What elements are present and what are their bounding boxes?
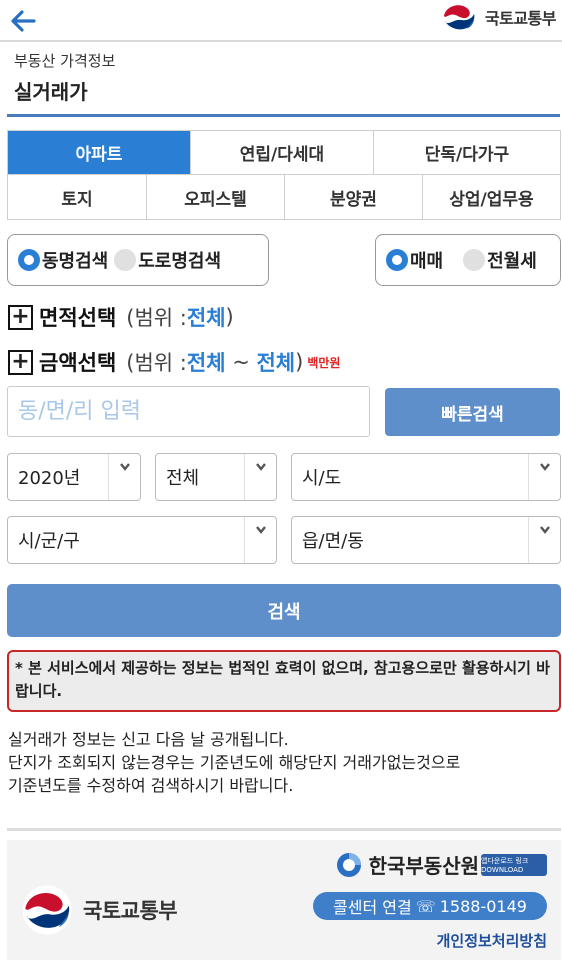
search-type-group: 동명검색 도로명검색 xyxy=(7,234,269,286)
footer-ministry-name: 국토교통부 xyxy=(83,899,178,923)
dong-input[interactable] xyxy=(7,386,370,437)
title-divider xyxy=(7,114,560,117)
area-range-value: 전체 xyxy=(186,306,226,330)
deal-type-group: 매매 전월세 xyxy=(375,234,561,286)
taegeuk-logo-icon xyxy=(441,0,476,34)
price-range-prefix: (범위 : xyxy=(126,351,187,375)
plus-icon: + xyxy=(8,304,33,330)
radio-road-search[interactable]: 도로명검색 xyxy=(114,247,221,273)
price-range-max: 전체 xyxy=(256,351,296,375)
info-line: 단지가 조회되지 않는경우는 기준년도에 해당단지 거래가없는것으로 xyxy=(8,753,461,772)
radio-sale[interactable]: 매매 xyxy=(386,247,443,273)
tab-land[interactable]: 토지 xyxy=(8,175,147,219)
price-range-min: 전체 xyxy=(186,351,226,375)
call-center-number: 1588-0149 xyxy=(439,896,527,916)
radio-unselected-icon xyxy=(114,249,137,271)
radio-selected-icon xyxy=(386,249,408,271)
page-subtitle: 부동산 가격정보 xyxy=(14,52,116,70)
price-select-label: 금액선택 xyxy=(39,351,117,375)
chevron-down-icon xyxy=(528,517,560,563)
chevron-down-icon xyxy=(108,454,140,500)
radio-rent[interactable]: 전월세 xyxy=(463,247,537,273)
month-select[interactable]: 전체 xyxy=(155,453,277,501)
sido-select-value: 시/도 xyxy=(302,468,342,489)
disclaimer-notice: * 본 서비스에서 제공하는 정보는 법적인 효력이 없으며, 참고용으로만 활… xyxy=(7,650,561,712)
back-arrow-icon[interactable] xyxy=(8,6,38,36)
kab-name: 한국부동산원 xyxy=(368,854,479,878)
tab-presale-right[interactable]: 분양권 xyxy=(285,175,423,219)
tab-commercial[interactable]: 상업/업무용 xyxy=(423,175,560,219)
top-bar: 국토교통부 xyxy=(0,0,562,42)
tab-officetel[interactable]: 오피스텔 xyxy=(147,175,285,219)
tab-row-1: 아파트 연립/다세대 단독/다가구 xyxy=(8,131,560,175)
privacy-policy-link[interactable]: 개인정보처리방침 xyxy=(437,930,547,951)
footer-divider xyxy=(7,828,561,831)
tab-row-2: 토지 오피스텔 분양권 상업/업무용 xyxy=(8,175,560,219)
footer-ministry-logo[interactable]: 국토교통부 xyxy=(21,884,178,936)
month-select-value: 전체 xyxy=(166,468,200,489)
sido-select[interactable]: 시/도 xyxy=(291,453,561,501)
footer: 국토교통부 한국부동산원 앱다운로드 링크 DOWNLOAD 콜센터 연결 ☏ … xyxy=(7,840,561,960)
chevron-down-icon xyxy=(528,454,560,500)
radio-dong-search[interactable]: 동명검색 xyxy=(18,247,108,273)
price-range-tilde: ~ xyxy=(225,350,257,374)
radio-unselected-icon xyxy=(463,249,486,271)
tab-apartment[interactable]: 아파트 xyxy=(8,131,191,174)
eupmyeondong-select[interactable]: 읍/면/동 xyxy=(291,516,561,564)
price-range-suffix: ) xyxy=(295,350,304,374)
tab-detached-house[interactable]: 단독/다가구 xyxy=(374,131,560,174)
eupmyeondong-select-value: 읍/면/동 xyxy=(302,531,364,552)
sigungu-select[interactable]: 시/군/구 xyxy=(7,516,277,564)
info-line: 실거래가 정보는 신고 다음 날 공개됩니다. xyxy=(8,730,289,749)
area-range-suffix: ) xyxy=(225,305,234,329)
info-line: 기준년도를 수정하여 검색하시기 바랍니다. xyxy=(8,776,294,795)
year-select[interactable]: 2020년 xyxy=(7,453,141,501)
plus-icon: + xyxy=(8,349,33,375)
info-text: 실거래가 정보는 신고 다음 날 공개됩니다. 단지가 조회되지 않는경우는 기… xyxy=(8,728,558,797)
ministry-name: 국토교통부 xyxy=(484,9,557,28)
price-select-toggle[interactable]: + 금액선택 (범위 : 전체 ~ 전체 ) 백만원 xyxy=(8,347,340,377)
radio-label: 전월세 xyxy=(487,251,537,272)
area-range-prefix: (범위 : xyxy=(126,306,187,330)
tab-villa[interactable]: 연립/다세대 xyxy=(191,131,374,174)
radio-label: 동명검색 xyxy=(42,251,109,272)
area-select-label: 면적선택 xyxy=(39,306,117,330)
ministry-logo[interactable]: 국토교통부 xyxy=(441,0,557,34)
property-type-tabs: 아파트 연립/다세대 단독/다가구 토지 오피스텔 분양권 상업/업무용 xyxy=(7,130,561,220)
price-unit-label: 백만원 xyxy=(307,355,341,370)
area-select-toggle[interactable]: + 면적선택 (범위 : 전체 ) xyxy=(8,302,234,332)
call-center-label: 콜센터 연결 xyxy=(333,898,412,917)
chevron-down-icon xyxy=(244,454,276,500)
search-button[interactable]: 검색 xyxy=(7,584,561,637)
taegeuk-logo-icon xyxy=(22,885,72,935)
kab-logo[interactable]: 한국부동산원 xyxy=(335,850,479,879)
chevron-down-icon xyxy=(244,517,276,563)
call-center-button[interactable]: 콜센터 연결 ☏ 1588-0149 xyxy=(313,892,547,920)
sigungu-select-value: 시/군/구 xyxy=(18,531,80,552)
phone-icon: ☏ xyxy=(415,896,436,916)
radio-label: 매매 xyxy=(410,251,444,272)
kab-logo-icon xyxy=(336,852,361,877)
app-download-badge[interactable]: 앱다운로드 링크 DOWNLOAD xyxy=(481,854,547,876)
radio-label: 도로명검색 xyxy=(138,251,222,272)
page-title: 실거래가 xyxy=(14,80,88,104)
radio-selected-icon xyxy=(18,249,40,271)
quick-search-button[interactable]: 빠른검색 xyxy=(385,388,560,436)
year-select-value: 2020년 xyxy=(18,468,81,489)
